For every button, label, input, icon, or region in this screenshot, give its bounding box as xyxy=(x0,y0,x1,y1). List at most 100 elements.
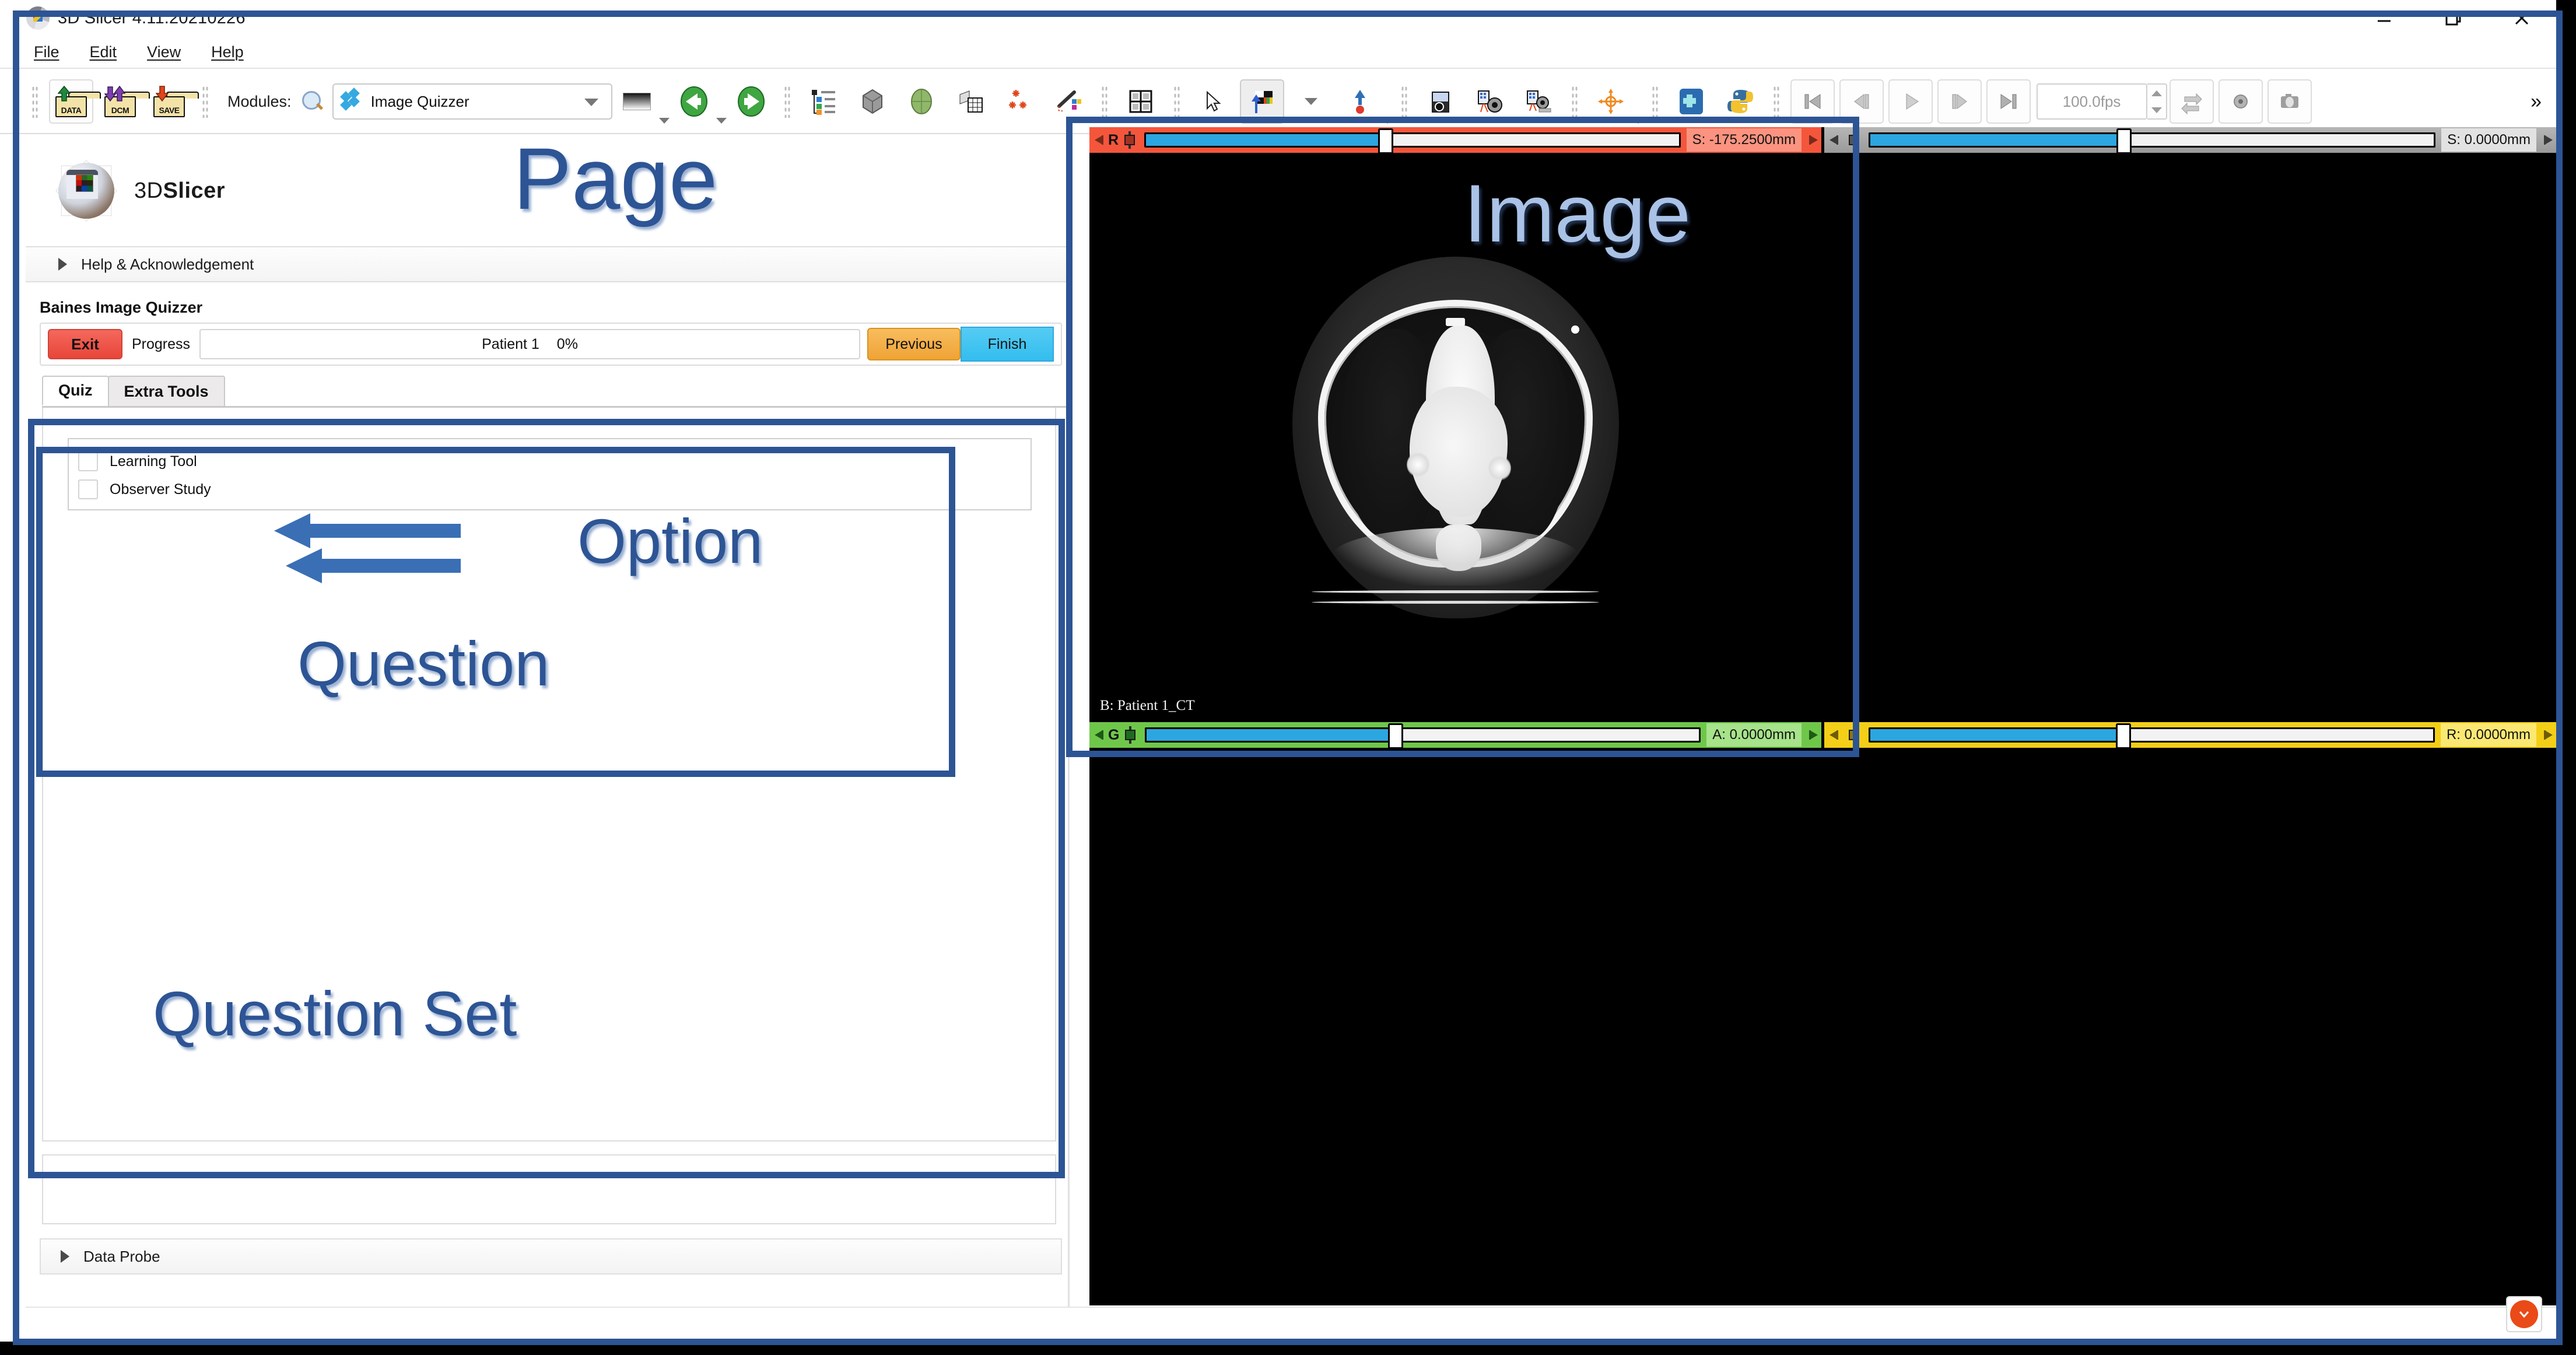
markups-button[interactable] xyxy=(997,79,1042,124)
save-data-button[interactable]: SAVE xyxy=(147,79,199,124)
green-viewer-slice-slider[interactable] xyxy=(1145,723,1701,749)
data-probe-section[interactable]: Data Probe xyxy=(40,1238,1062,1275)
toolbar-grip-playback[interactable] xyxy=(1772,85,1780,118)
load-dicom-button[interactable]: DCM xyxy=(98,79,150,124)
tab-quiz[interactable]: Quiz xyxy=(42,376,109,406)
toolbar-grip-modules2[interactable] xyxy=(783,85,791,118)
toolbar-grip-crosshair[interactable] xyxy=(1571,85,1578,118)
minimize-icon[interactable] xyxy=(2350,0,2419,36)
maximize-icon[interactable] xyxy=(2419,0,2487,36)
option-row-observer-study[interactable]: Observer Study xyxy=(78,475,1031,503)
screenshot-button[interactable] xyxy=(1418,79,1463,124)
record-button[interactable] xyxy=(2218,79,2263,124)
volume-rendering-button[interactable] xyxy=(850,79,895,124)
module-selector[interactable]: Image Quizzer xyxy=(332,83,612,120)
red-viewer-visibility-toggle[interactable] xyxy=(1123,131,1136,149)
pin-icon[interactable] xyxy=(1093,727,1106,743)
toolbar-grip-layout[interactable] xyxy=(1101,85,1108,118)
toolbar-overflow-button[interactable]: » xyxy=(2531,90,2542,113)
subject-hierarchy-icon xyxy=(811,90,835,115)
red-viewer-slice-slider[interactable] xyxy=(1144,128,1681,154)
observer-study-checkbox[interactable] xyxy=(78,479,98,499)
annotations-icon xyxy=(1057,90,1081,112)
window-level-dropdown-button[interactable] xyxy=(1289,79,1333,124)
yellow-viewer-canvas[interactable] xyxy=(1824,748,2556,1305)
skip-to-end-button[interactable] xyxy=(1986,79,2031,124)
toolbar-grip-modules[interactable] xyxy=(202,85,209,118)
threed-view-slice-slider[interactable] xyxy=(1869,128,2436,154)
menu-view[interactable]: View xyxy=(147,43,181,61)
tab-extra-tools[interactable]: Extra Tools xyxy=(107,376,225,406)
subject-hierarchy-button[interactable] xyxy=(801,79,846,124)
layout-button[interactable] xyxy=(1119,79,1163,124)
threed-view-visibility-toggle[interactable] xyxy=(1848,131,1860,149)
segment-editor-button[interactable] xyxy=(948,79,993,124)
error-log-button[interactable] xyxy=(2506,1296,2542,1332)
green-viewer-visibility-toggle[interactable] xyxy=(1124,726,1137,744)
colormap-button[interactable] xyxy=(615,79,659,124)
play-button[interactable] xyxy=(1888,79,1933,124)
fps-stepper[interactable] xyxy=(2147,83,2167,120)
learning-tool-checkbox[interactable] xyxy=(78,451,98,471)
progress-patient: Patient 1 xyxy=(482,335,539,352)
crosshair-dropdown-icon[interactable] xyxy=(1632,118,1643,124)
pin-icon[interactable] xyxy=(1828,727,1841,743)
skip-to-start-icon xyxy=(1804,94,1821,109)
yellow-viewer-visibility-toggle[interactable] xyxy=(1848,726,1860,744)
quiz-tabs: Quiz Extra Tools xyxy=(42,375,1068,408)
crosshair-jump-dropdown-icon[interactable] xyxy=(1382,118,1393,124)
toolbar-grip-capture[interactable] xyxy=(1400,85,1408,118)
scene-views-button[interactable] xyxy=(1467,79,1512,124)
capture-button[interactable] xyxy=(1516,79,1561,124)
modules-label: Modules: xyxy=(227,92,292,110)
finish-button[interactable]: Finish xyxy=(961,327,1054,362)
exit-button[interactable]: Exit xyxy=(48,329,122,359)
main-toolbar: DATA DCM SAVE Modules: Image Quizzer 100… xyxy=(0,70,2556,134)
module-back-dropdown-icon[interactable] xyxy=(716,118,727,124)
pin-icon[interactable] xyxy=(1828,132,1841,148)
colormap-dropdown-icon[interactable] xyxy=(658,118,670,124)
menu-edit[interactable]: Edit xyxy=(90,43,117,61)
toolbar-grip-mouse[interactable] xyxy=(1173,85,1180,118)
load-data-button[interactable]: DATA xyxy=(49,79,101,124)
help-acknowledgement-section[interactable]: Help & Acknowledgement xyxy=(26,246,1068,282)
step-backward-button[interactable] xyxy=(1839,79,1884,124)
green-slice-viewer[interactable]: G A: 0.0000mm xyxy=(1089,722,1821,1305)
option-row-learning-tool[interactable]: Learning Tool xyxy=(78,447,1031,475)
toolbar-grip-ext[interactable] xyxy=(1651,85,1659,118)
skip-to-start-button[interactable] xyxy=(1790,79,1835,124)
loop-button[interactable] xyxy=(2169,79,2214,124)
threed-view[interactable]: S: 0.0000mm xyxy=(1824,127,2556,722)
toolbar-grip[interactable] xyxy=(31,85,38,118)
camera-button[interactable] xyxy=(2267,79,2312,124)
previous-button[interactable]: Previous xyxy=(867,328,961,360)
pin-icon[interactable] xyxy=(1093,132,1106,148)
models-button[interactable] xyxy=(899,79,944,124)
extensions-button[interactable] xyxy=(1669,79,1713,124)
red-slice-viewer[interactable]: R S: -175.2500mm B: Patient 1_CT xyxy=(1089,127,1821,722)
yellow-viewer-expand-icon[interactable] xyxy=(2541,722,2556,748)
mouse-pointer-button[interactable] xyxy=(1191,79,1235,124)
crosshair-jump-button[interactable] xyxy=(1338,79,1382,124)
fps-input[interactable]: 100.0fps xyxy=(2036,83,2147,120)
step-forward-icon xyxy=(1952,94,1967,109)
menu-file[interactable]: File xyxy=(34,43,59,61)
crosshair-button[interactable] xyxy=(1589,79,1633,124)
threed-view-expand-icon[interactable] xyxy=(2541,127,2556,153)
python-console-button[interactable] xyxy=(1718,79,1762,124)
module-back-button[interactable] xyxy=(672,79,716,124)
magnifier-icon[interactable] xyxy=(301,90,324,113)
yellow-viewer-slice-slider[interactable] xyxy=(1869,723,2435,749)
step-forward-button[interactable] xyxy=(1937,79,1982,124)
green-viewer-expand-icon[interactable] xyxy=(1806,722,1821,748)
red-viewer-canvas[interactable]: B: Patient 1_CT xyxy=(1089,153,1821,722)
window-level-button[interactable] xyxy=(1239,79,1284,124)
yellow-slice-viewer[interactable]: R: 0.0000mm xyxy=(1824,722,2556,1305)
red-viewer-expand-icon[interactable] xyxy=(1806,127,1821,153)
annotations-button[interactable] xyxy=(1046,79,1091,124)
module-forward-button[interactable] xyxy=(729,79,773,124)
close-icon[interactable] xyxy=(2487,0,2556,36)
green-viewer-canvas[interactable] xyxy=(1089,748,1821,1305)
threed-view-canvas[interactable] xyxy=(1824,153,2556,722)
menu-help[interactable]: Help xyxy=(211,43,244,61)
